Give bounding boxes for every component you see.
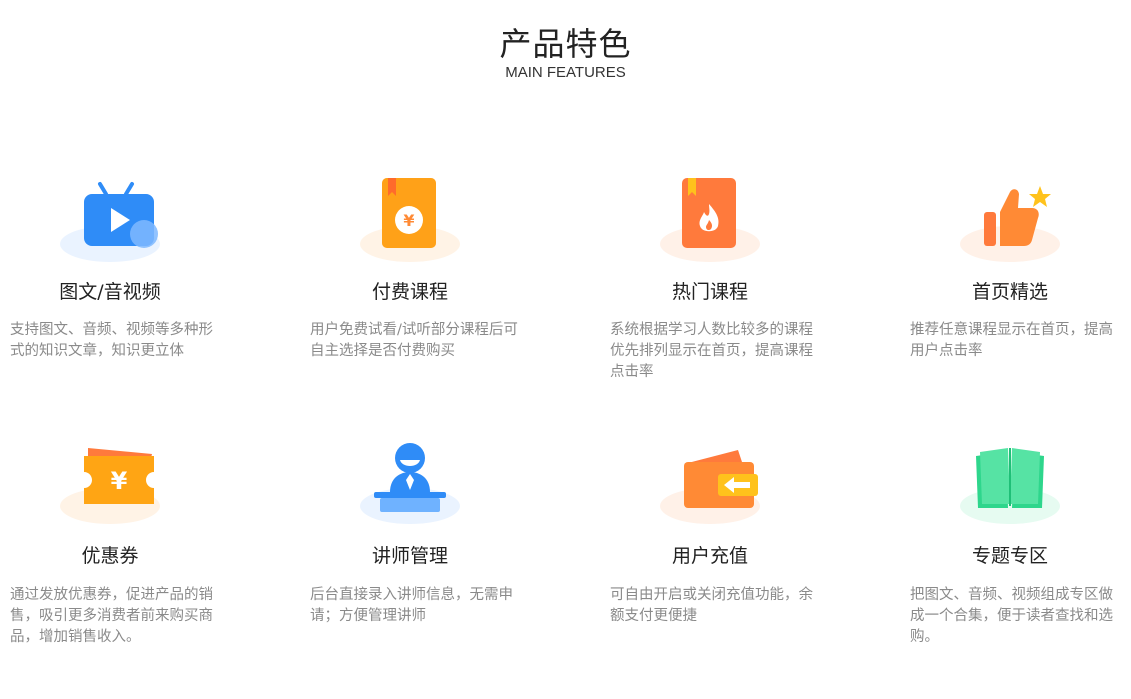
open-book-icon (958, 442, 1062, 526)
feature-desc: 用户免费试看/试听部分课程后可自主选择是否付费购买 (310, 322, 518, 359)
lecturer-podium-icon (358, 442, 462, 526)
feature-title: 专题专区 (971, 545, 1048, 567)
feature-title: 图文/音视频 (59, 281, 161, 303)
feature-title: 热门课程 (671, 281, 748, 303)
thumbs-up-star-icon (958, 178, 1062, 262)
video-tv-icon (58, 178, 162, 262)
features-grid: 图文/音视频 支持图文、音频、视频等多种形式的知识文章，知识更立体 ¥ 付费课程… (0, 0, 1131, 699)
feature-card-lecturer: 讲师管理 后台直接录入讲师信息，无需申请；方便管理讲师 (300, 440, 520, 660)
paid-course-book-icon: ¥ (358, 178, 462, 262)
hot-course-flame-book-icon (658, 178, 762, 262)
feature-card-paid-course: ¥ 付费课程 用户免费试看/试听部分课程后可自主选择是否付费购买 (300, 170, 520, 390)
feature-card-recharge: 用户充值 可自由开启或关闭充值功能，余额支付更便捷 (600, 440, 820, 660)
feature-desc: 后台直接录入讲师信息，无需申请；方便管理讲师 (310, 587, 513, 624)
coupon-ticket-icon: ¥ (58, 442, 162, 526)
wallet-recharge-icon (658, 442, 762, 526)
feature-title: 首页精选 (971, 281, 1048, 303)
feature-title: 付费课程 (371, 281, 448, 303)
feature-card-hot-course: 热门课程 系统根据学习人数比较多的课程优先排列显示在首页，提高课程点击率 (600, 170, 820, 390)
feature-card-homepage-pick: 首页精选 推荐任意课程显示在首页，提高用户点击率 (900, 170, 1120, 390)
feature-desc: 通过发放优惠券，促进产品的销售，吸引更多消费者前来购买商品，增加销售收入。 (10, 587, 213, 645)
feature-title: 优惠券 (81, 545, 139, 567)
feature-card-topic-zone: 专题专区 把图文、音频、视频组成专区做成一个合集，便于读者查找和选购。 (900, 440, 1120, 660)
feature-desc: 推荐任意课程显示在首页，提高用户点击率 (910, 322, 1113, 359)
feature-title: 讲师管理 (371, 545, 448, 567)
feature-card-media: 图文/音视频 支持图文、音频、视频等多种形式的知识文章，知识更立体 (0, 170, 220, 390)
feature-title: 用户充值 (671, 545, 748, 567)
feature-desc: 支持图文、音频、视频等多种形式的知识文章，知识更立体 (10, 322, 213, 359)
feature-card-coupon: ¥ 优惠券 通过发放优惠券，促进产品的销售，吸引更多消费者前来购买商品，增加销售… (0, 440, 220, 660)
svg-text:¥: ¥ (111, 467, 128, 495)
feature-desc: 把图文、音频、视频组成专区做成一个合集，便于读者查找和选购。 (910, 587, 1113, 645)
feature-desc: 系统根据学习人数比较多的课程优先排列显示在首页，提高课程点击率 (610, 322, 813, 380)
feature-desc: 可自由开启或关闭充值功能，余额支付更便捷 (610, 587, 813, 624)
svg-text:¥: ¥ (403, 211, 414, 230)
